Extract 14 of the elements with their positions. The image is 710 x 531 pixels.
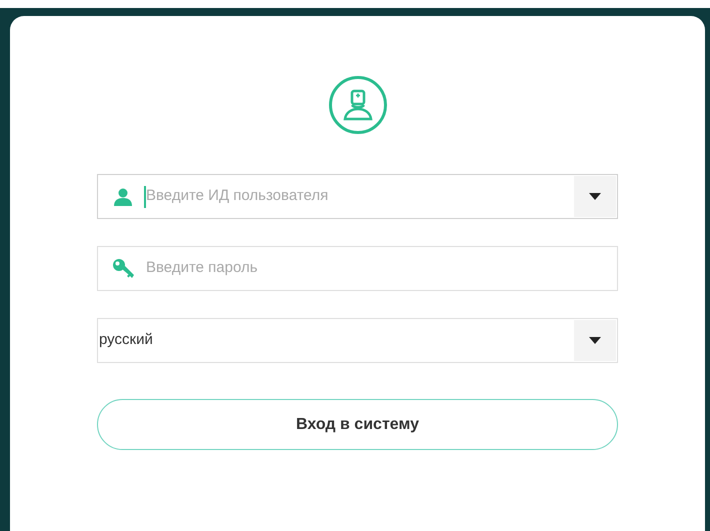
login-button[interactable]: Вход в систему xyxy=(97,399,618,450)
user-id-input[interactable]: Введите ИД пользователя xyxy=(146,185,574,208)
text-cursor xyxy=(144,186,146,208)
password-field[interactable]: Введите пароль xyxy=(97,246,618,291)
doctor-avatar-icon xyxy=(328,75,388,135)
language-select[interactable]: русский xyxy=(97,318,618,363)
caret-icon xyxy=(589,337,601,344)
caret-icon xyxy=(589,193,601,200)
user-id-field[interactable]: Введите ИД пользователя xyxy=(97,174,618,219)
password-input[interactable]: Введите пароль xyxy=(146,257,617,280)
user-icon xyxy=(113,188,133,206)
language-value: русский xyxy=(98,330,154,350)
key-icon xyxy=(112,258,134,280)
dropdown-button[interactable] xyxy=(574,176,616,217)
